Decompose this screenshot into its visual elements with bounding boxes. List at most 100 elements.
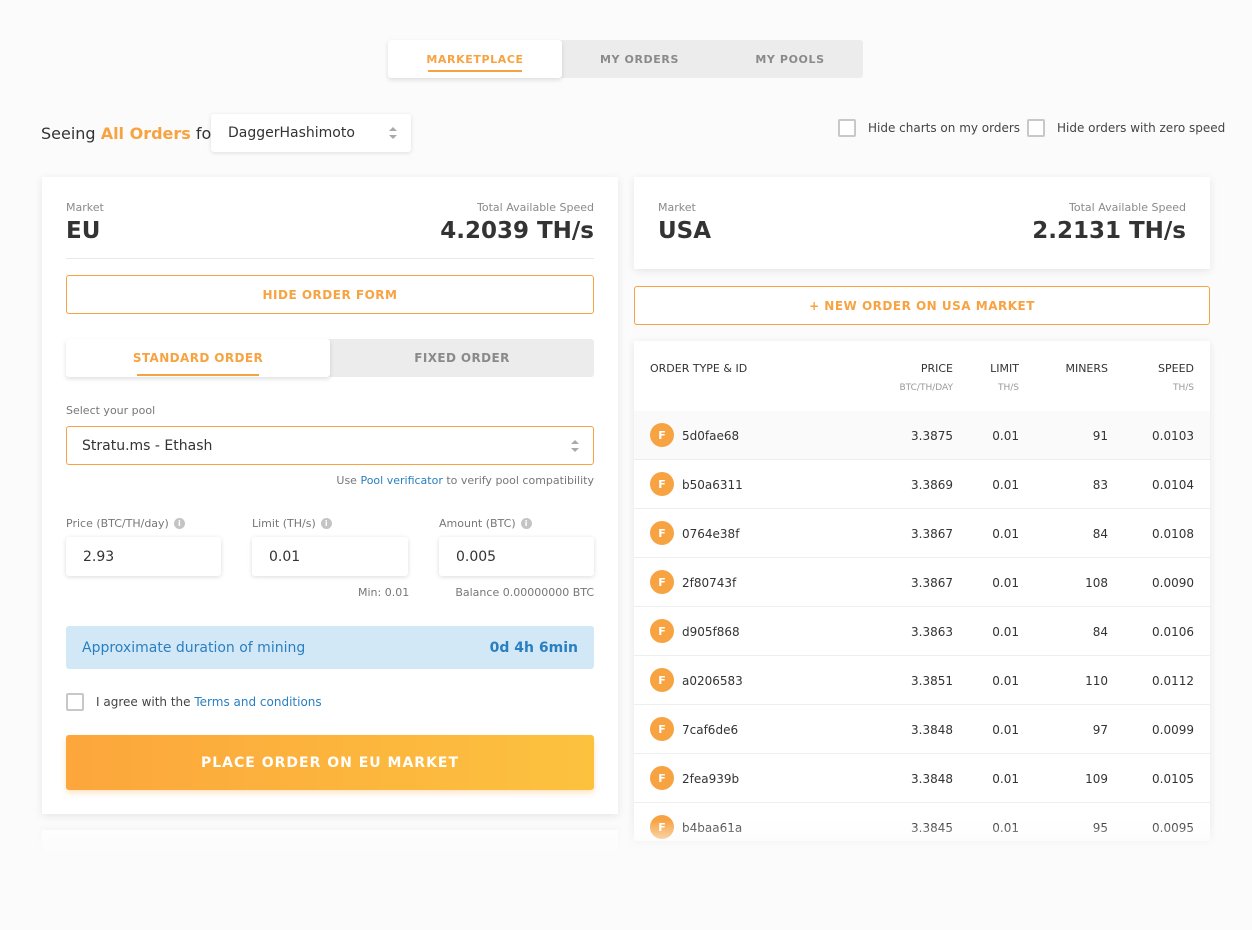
table-row[interactable]: F 0764e38f 3.3867 0.01 84 0.0108 <box>634 509 1210 558</box>
fixed-order-badge: F <box>650 521 674 545</box>
eu-speed-label: Total Available Speed <box>477 201 594 214</box>
order-id[interactable]: d905f868 <box>682 625 740 639</box>
col-order-type[interactable]: ORDER TYPE & ID <box>650 362 747 375</box>
order-speed: 0.0103 <box>1152 429 1194 443</box>
balance-note: Balance 0.00000000 BTC <box>455 586 594 599</box>
order-id[interactable]: b50a6311 <box>682 478 743 492</box>
table-row[interactable]: F 7caf6de6 3.3848 0.01 97 0.0099 <box>634 705 1210 754</box>
divider <box>66 258 594 259</box>
order-miners: 84 <box>1092 625 1108 639</box>
order-id[interactable]: 2fea939b <box>682 772 739 786</box>
table-row[interactable]: Fb50a6311 3.3869 0.01 83 0.0104 <box>634 460 1210 509</box>
algorithm-select[interactable]: DaggerHashimoto <box>211 114 411 152</box>
order-price: 3.3863 <box>911 625 953 639</box>
hide-charts-checkbox[interactable] <box>838 119 856 137</box>
hide-charts-label: Hide charts on my orders <box>868 121 1021 135</box>
table-row[interactable]: F 5d0fae68 3.3875 0.01 91 0.0103 <box>634 411 1210 460</box>
eu-market-name: EU <box>66 218 101 244</box>
order-id[interactable]: a0206583 <box>682 674 743 688</box>
order-miners: 108 <box>1085 576 1108 590</box>
hide-order-form-button[interactable]: HIDE ORDER FORM <box>66 275 594 314</box>
order-miners: 110 <box>1085 674 1108 688</box>
place-order-button[interactable]: PLACE ORDER ON EU MARKET <box>66 735 594 790</box>
fixed-order-badge: F <box>650 570 674 594</box>
min-limit-note: Min: 0.01 <box>358 586 410 599</box>
order-miners: 109 <box>1085 772 1108 786</box>
order-type-tabs: STANDARD ORDER FIXED ORDER <box>66 339 594 377</box>
order-limit: 0.01 <box>992 674 1019 688</box>
tab-standard-order[interactable]: STANDARD ORDER <box>66 339 330 377</box>
order-id[interactable]: 7caf6de6 <box>682 723 738 737</box>
col-miners-label: MINERS <box>1065 362 1108 375</box>
fixed-order-badge: F <box>650 668 674 692</box>
eu-speed-value: 4.2039 TH/s <box>440 218 594 244</box>
order-limit: 0.01 <box>992 723 1019 737</box>
info-icon[interactable]: i <box>173 518 185 529</box>
select-arrows-icon <box>571 440 579 452</box>
bottom-fade <box>0 820 1252 930</box>
order-miners: 83 <box>1092 478 1108 492</box>
price-input[interactable] <box>66 537 221 576</box>
tab-my-pools[interactable]: MY POOLS <box>717 40 863 78</box>
hide-charts-option[interactable]: Hide charts on my orders <box>838 119 1020 137</box>
table-row[interactable]: F 2fea939b 3.3848 0.01 109 0.0105 <box>634 754 1210 803</box>
order-speed: 0.0099 <box>1152 723 1194 737</box>
limit-label-text: Limit (TH/s) <box>252 517 316 530</box>
pool-label: Select your pool <box>66 404 156 417</box>
order-price: 3.3867 <box>911 527 953 541</box>
terms-link[interactable]: Terms and conditions <box>194 695 321 709</box>
fixed-order-badge: F <box>650 717 674 741</box>
tab-my-orders[interactable]: MY ORDERS <box>562 40 717 78</box>
duration-label: Approximate duration of mining <box>82 639 306 656</box>
hide-zero-checkbox[interactable] <box>1027 119 1045 137</box>
table-row[interactable]: Fa0206583 3.3851 0.01 110 0.0112 <box>634 656 1210 705</box>
tab-fixed-order[interactable]: FIXED ORDER <box>330 339 594 377</box>
amount-input[interactable] <box>439 537 594 576</box>
order-speed: 0.0104 <box>1152 478 1194 492</box>
order-speed: 0.0106 <box>1152 625 1194 639</box>
order-id[interactable]: 5d0fae68 <box>682 429 739 443</box>
fixed-order-badge: F <box>650 766 674 790</box>
usa-market-label: Market <box>658 201 696 214</box>
seeing-highlight[interactable]: All Orders <box>101 124 191 143</box>
order-miners: 84 <box>1092 527 1108 541</box>
usa-speed-label: Total Available Speed <box>1069 201 1186 214</box>
usa-market-name: USA <box>658 218 712 244</box>
pool-verify-note: Use Pool verificator to verify pool comp… <box>336 474 594 487</box>
fixed-order-badge: F <box>650 472 674 496</box>
col-speed[interactable]: SPEED TH/S <box>1158 362 1194 393</box>
col-miners[interactable]: MINERS <box>1065 362 1108 375</box>
usa-speed-value: 2.2131 TH/s <box>1032 218 1186 244</box>
hide-zero-option[interactable]: Hide orders with zero speed <box>1027 119 1225 137</box>
limit-input[interactable] <box>252 537 408 576</box>
seeing-label: Seeing All Orders for <box>41 124 218 143</box>
amount-label: Amount (BTC) i <box>439 517 532 530</box>
order-price: 3.3867 <box>911 576 953 590</box>
seeing-prefix: Seeing <box>41 124 96 143</box>
algorithm-value: DaggerHashimoto <box>228 125 355 141</box>
col-speed-label: SPEED <box>1158 362 1194 375</box>
table-row[interactable]: Fd905f868 3.3863 0.01 84 0.0106 <box>634 607 1210 656</box>
pool-verificator-link[interactable]: Pool verificator <box>360 474 442 487</box>
eu-market-card: Market EU Total Available Speed 4.2039 T… <box>42 177 618 814</box>
pool-value: Stratu.ms - Ethash <box>82 438 213 454</box>
info-icon[interactable]: i <box>320 518 332 529</box>
order-id[interactable]: 2f80743f <box>682 576 736 590</box>
col-limit[interactable]: LIMIT TH/S <box>990 362 1019 393</box>
order-id[interactable]: 0764e38f <box>682 527 739 541</box>
tab-marketplace[interactable]: MARKETPLACE <box>388 40 562 78</box>
new-order-usa-button[interactable]: + NEW ORDER ON USA MARKET <box>634 286 1210 325</box>
col-price[interactable]: PRICE BTC/TH/DAY <box>900 362 954 393</box>
table-row[interactable]: F 2f80743f 3.3867 0.01 108 0.0090 <box>634 558 1210 607</box>
order-speed: 0.0105 <box>1152 772 1194 786</box>
fixed-order-badge: F <box>650 619 674 643</box>
price-label: Price (BTC/TH/day) i <box>66 517 185 530</box>
terms-checkbox[interactable] <box>66 693 84 711</box>
pool-select[interactable]: Stratu.ms - Ethash <box>66 426 594 465</box>
order-speed: 0.0108 <box>1152 527 1194 541</box>
limit-label: Limit (TH/s) i <box>252 517 332 530</box>
order-limit: 0.01 <box>992 429 1019 443</box>
info-icon[interactable]: i <box>520 518 532 529</box>
order-price: 3.3848 <box>911 723 953 737</box>
price-label-text: Price (BTC/TH/day) <box>66 517 169 530</box>
